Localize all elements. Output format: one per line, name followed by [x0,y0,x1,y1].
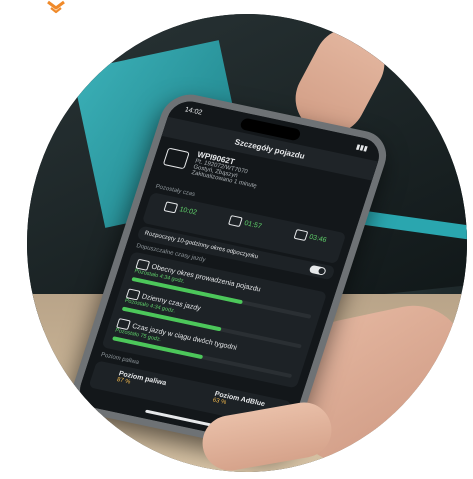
truck-icon [162,147,190,170]
brand-logo-icon [47,0,65,14]
drive-stat: 03:46 [293,228,328,245]
home-indicator[interactable] [144,409,215,428]
drive-stat: 10:02 [163,201,198,217]
steering-icon [293,228,308,241]
status-time: 14:02 [183,106,204,117]
rest-toggle[interactable] [308,264,327,276]
fuel-item: Poziom paliwa 87 % [115,370,168,388]
steering-icon [163,201,179,214]
product-photo: 14:02 ▮▮▮ ‹ Szczegóły pojazdu WPI9062T P… [27,14,467,472]
steering-icon [228,215,244,228]
battery-icon: ▮▮▮ [355,143,369,153]
drive-stat: 01:57 [228,215,263,231]
